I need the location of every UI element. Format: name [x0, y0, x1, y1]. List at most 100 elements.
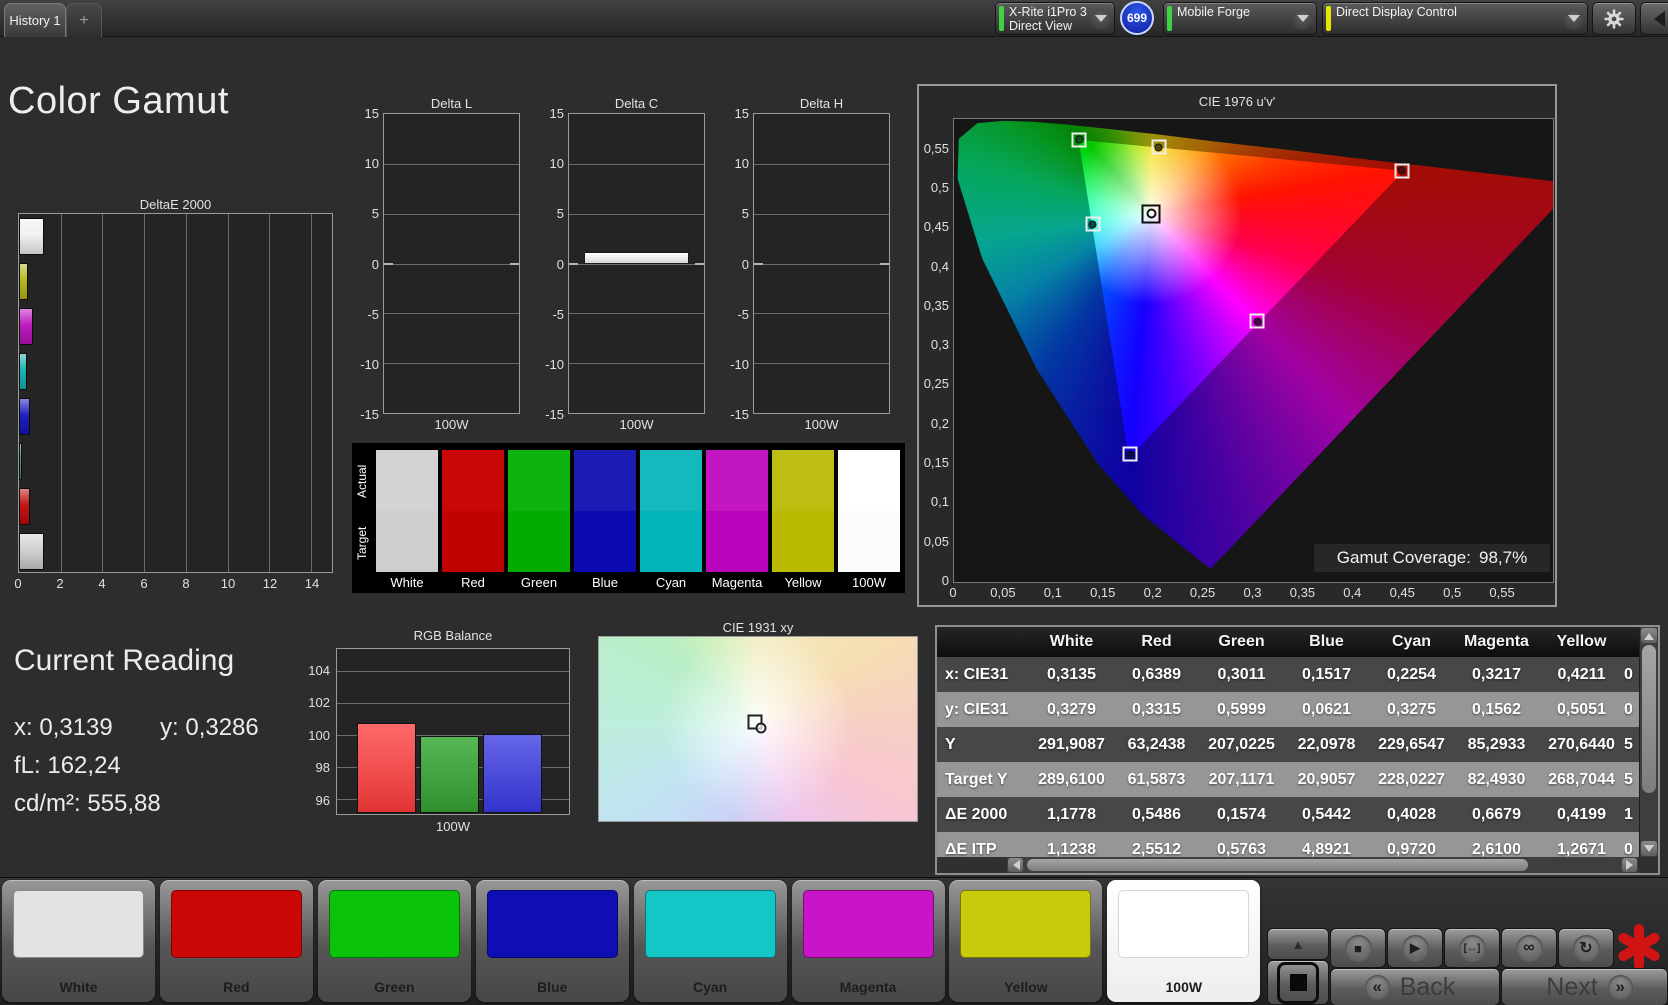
chevron-down-icon: [1095, 15, 1107, 28]
scroll-down-button[interactable]: [1641, 841, 1657, 856]
target-row-label: Target: [355, 526, 369, 560]
delta-gridline: [384, 363, 519, 365]
target-swatch: [706, 511, 768, 572]
actual-swatch: [772, 450, 834, 511]
cie-y-tick: 0,5: [930, 179, 949, 195]
target-swatch: [838, 511, 900, 572]
meter-dropdown[interactable]: X-Rite i1Pro 3 Direct View: [995, 2, 1115, 35]
deltae-x-tick: 6: [140, 576, 148, 591]
patch-button-red[interactable]: Red: [159, 880, 313, 1002]
vertical-scroll-thumb[interactable]: [1642, 645, 1656, 793]
delta-chart-delta-l: [383, 113, 520, 414]
table-cell: 2,5512: [1132, 840, 1181, 858]
scroll-right-button[interactable]: [1622, 858, 1637, 872]
patch-label: Cyan: [692, 979, 728, 995]
cie-x-tick: 0,25: [1189, 585, 1216, 600]
patch-label: Magenta: [839, 979, 897, 995]
patch-button-100w[interactable]: 100W: [1107, 880, 1261, 1002]
patch-button-cyan[interactable]: Cyan: [633, 880, 787, 1002]
patch-button-blue[interactable]: Blue: [475, 880, 629, 1002]
deltae-bar-row: [19, 259, 332, 304]
refresh-button[interactable]: ↻: [1558, 928, 1614, 968]
pattern-window-button[interactable]: [1267, 960, 1329, 1005]
cie1976-x-axis: 0 0,05 0,1 0,15 0,2 0,25 0,3 0,35 0,4 0,45 0,5 0,55: [919, 585, 1555, 603]
column-header-cyan: Cyan: [1391, 633, 1432, 650]
scroll-up-button[interactable]: [1641, 628, 1657, 643]
patch-button-magenta[interactable]: Magenta: [791, 880, 945, 1002]
reading-count-badge[interactable]: 699: [1120, 1, 1154, 35]
cie-x-tick: 0,1: [1043, 585, 1062, 600]
delta-y-tick: 5: [556, 206, 564, 222]
swatch-label: Magenta: [711, 575, 763, 590]
pattern-up-button[interactable]: ▲: [1267, 928, 1329, 960]
table-cell: 0,3275: [1387, 700, 1436, 718]
delta-y-tick: 10: [364, 156, 379, 172]
cie-marker-red: [1394, 163, 1410, 179]
table-cell: 0,5999: [1217, 700, 1266, 718]
triangle-right-icon: [1625, 860, 1638, 870]
patch-button-white[interactable]: White: [2, 880, 155, 1002]
triangle-up-icon: ▲: [1291, 936, 1305, 952]
target-swatch: [772, 511, 834, 572]
column-header-red: Red: [1141, 633, 1172, 650]
table-cell: 268,7044: [1548, 770, 1615, 788]
actual-swatch: [640, 450, 702, 511]
history-tab[interactable]: History 1: [4, 3, 66, 37]
swatch-label: Yellow: [784, 575, 822, 590]
rgb-gridline: [337, 670, 569, 672]
horizontal-scroll-thumb[interactable]: [1027, 859, 1528, 871]
target-swatch: [442, 511, 504, 572]
delta-y-tick: -10: [730, 356, 749, 372]
deltae-x-tick: 2: [56, 576, 64, 591]
row-label: Y: [945, 735, 956, 753]
delta-gridline: [754, 263, 889, 265]
table-cell: 2,6100: [1472, 840, 1521, 858]
row-label: x: CIE31: [945, 665, 1009, 683]
table-horizontal-scrollbar[interactable]: [1007, 857, 1638, 873]
delta-y-tick: 0: [371, 256, 379, 272]
table-cell: 0,5051: [1557, 700, 1606, 718]
patch-button-yellow[interactable]: Yellow: [949, 880, 1103, 1002]
cie1976-title: CIE 1976 u'v': [1198, 94, 1276, 109]
table-cell: 207,0225: [1208, 735, 1275, 753]
delta-y-tick: 5: [741, 206, 749, 222]
table-vertical-scrollbar[interactable]: [1639, 627, 1658, 857]
display-control-dropdown[interactable]: Direct Display Control: [1322, 2, 1588, 35]
delta-y-tick: -5: [737, 306, 749, 322]
patch-swatch: [328, 890, 460, 958]
actual-row-label: Actual: [355, 464, 369, 498]
target-swatch: [508, 511, 570, 572]
delta-y-tick: 10: [734, 156, 749, 172]
delta-gridline: [754, 163, 889, 165]
next-button[interactable]: Next »: [1501, 968, 1668, 1005]
deltae-x-tick: 4: [98, 576, 106, 591]
display-control-status-indicator: [1326, 6, 1331, 31]
cie-x-tick: 0,4: [1343, 585, 1362, 600]
stop-button[interactable]: ■: [1330, 928, 1386, 968]
play-button[interactable]: ▶: [1387, 928, 1443, 968]
swatch-label: Red: [461, 575, 485, 590]
add-tab-button[interactable]: +: [66, 3, 102, 37]
cie-y-tick: 0,3: [930, 337, 949, 353]
table-cell: 22,0978: [1297, 735, 1356, 753]
scroll-left-button[interactable]: [1008, 858, 1023, 872]
delta-gridline: [569, 213, 704, 215]
collapse-panel-button[interactable]: [1640, 2, 1668, 35]
interval-icon: [↔]: [1458, 934, 1486, 962]
rgb-y-tick: 100: [308, 727, 330, 743]
plus-icon: +: [79, 11, 89, 29]
actual-swatch: [838, 450, 900, 511]
cie-marker-magenta: [1249, 313, 1265, 329]
table-cell: 0,3011: [1217, 665, 1266, 683]
table-cell: 20,9057: [1297, 770, 1356, 788]
loop-button[interactable]: ∞: [1501, 928, 1557, 968]
source-dropdown[interactable]: Mobile Forge: [1163, 2, 1317, 35]
patch-button-green[interactable]: Green: [317, 880, 471, 1002]
delta-chart-delta-h: [753, 113, 890, 414]
back-button[interactable]: « Back: [1330, 968, 1500, 1005]
settings-button[interactable]: [1592, 2, 1636, 35]
delta-gridline: [384, 313, 519, 315]
current-reading-y: y: 0,3286: [160, 714, 259, 741]
delta-y-tick: -15: [360, 407, 379, 422]
step-interval-button[interactable]: [↔]: [1444, 928, 1500, 968]
